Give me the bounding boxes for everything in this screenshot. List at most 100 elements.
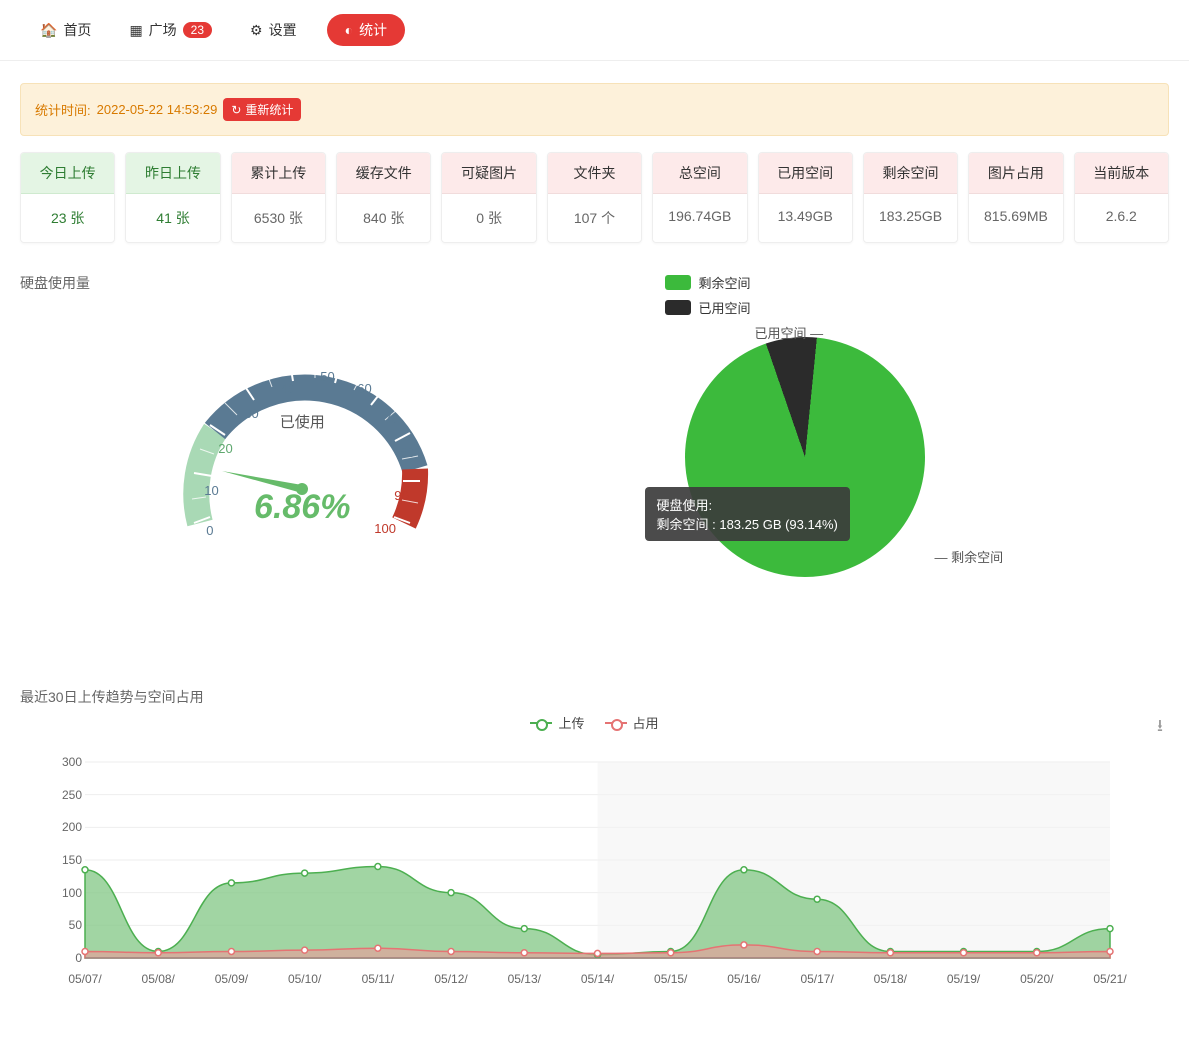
trend-x-tick: 05/07/ (68, 972, 101, 986)
trend-chart: 05010015020025030005/07/05/08/05/09/05/1… (20, 752, 1120, 982)
stat-card-value: 815.69MB (969, 194, 1062, 238)
pie-legend: 剩余空间 已用空间 (665, 273, 1170, 317)
pie-legend-used[interactable]: 已用空间 (665, 298, 751, 317)
trend-svg (20, 752, 1120, 982)
legend-label-free: 剩余空间 (699, 273, 751, 292)
trend-x-tick: 05/18/ (874, 972, 907, 986)
trend-x-tick: 05/14/ (581, 972, 614, 986)
stat-card-value: 0 张 (442, 194, 535, 242)
stat-card: 今日上传23 张 (20, 152, 115, 243)
stat-card-title: 图片占用 (969, 153, 1062, 194)
nav-stats-label: 统计 (359, 20, 387, 40)
gauge-tick-60: 60 (357, 381, 371, 396)
stat-card-title: 今日上传 (21, 153, 114, 194)
trend-x-tick: 05/09/ (215, 972, 248, 986)
trend-legend-space-label: 占用 (633, 713, 659, 732)
trend-x-tick: 05/12/ (434, 972, 467, 986)
stat-card-title: 缓存文件 (337, 153, 430, 194)
stat-card-value: 196.74GB (653, 194, 746, 238)
stat-card-value: 41 张 (126, 194, 219, 242)
stat-card-value: 107 个 (548, 194, 641, 242)
trend-y-tick: 200 (62, 820, 82, 834)
stat-card-value: 840 张 (337, 194, 430, 242)
stat-card-value: 6530 张 (232, 194, 325, 242)
trend-title: 最近30日上传趋势与空间占用 (20, 687, 1169, 707)
gauge-tick-40: 40 (280, 381, 294, 396)
nav-plaza-label: 广场 (149, 20, 177, 40)
gauge-tick-30: 30 (244, 406, 258, 421)
trend-x-tick: 05/21/ (1093, 972, 1126, 986)
trend-legend: .trend-legend .mk:nth-child(1) .dot::aft… (20, 713, 1169, 732)
trend-legend-upload-label: 上传 (558, 713, 584, 732)
legend-swatch-free (665, 275, 691, 290)
nav-plaza[interactable]: ▦ 广场 23 (121, 14, 220, 46)
stat-card-value: 183.25GB (864, 194, 957, 238)
trend-x-tick: 05/08/ (142, 972, 175, 986)
gauge-center-label: 已使用 (280, 411, 325, 432)
stat-card: 已用空间13.49GB (758, 152, 853, 243)
trend-legend-space[interactable]: .trend-legend .mk:nth-child(2) .dot::aft… (605, 713, 659, 732)
gauge-svg (162, 323, 442, 563)
home-icon: 🏠 (40, 22, 57, 39)
stat-card-title: 总空间 (653, 153, 746, 194)
trend-x-tick: 05/16/ (727, 972, 760, 986)
gauge-tick-70: 70 (384, 411, 398, 426)
gauge-tick-50: 50 (320, 369, 334, 384)
pie-icon: ◐ (345, 22, 353, 38)
trend-x-tick: 05/17/ (800, 972, 833, 986)
stat-card: 文件夹107 个 (547, 152, 642, 243)
stat-card: 总空间196.74GB (652, 152, 747, 243)
stat-card: 昨日上传41 张 (125, 152, 220, 243)
plaza-badge: 23 (183, 22, 212, 38)
gauge-tick-20: 20 (218, 441, 232, 456)
nav-settings[interactable]: ⚙ 设置 (242, 14, 305, 46)
gauge-tick-10: 10 (204, 483, 218, 498)
stats-time-alert: 统计时间: 2022-05-22 14:53:29 ↻ 重新统计 (20, 83, 1169, 136)
refresh-stats-button[interactable]: ↻ 重新统计 (223, 98, 301, 121)
gauge-value-text: 6.86% (254, 488, 350, 527)
legend-label-used: 已用空间 (699, 298, 751, 317)
nav-settings-label: 设置 (269, 20, 297, 40)
stat-card: 当前版本2.6.2 (1074, 152, 1169, 243)
pie-tooltip: 硬盘使用: 剩余空间 : 183.25 GB (93.14%) (645, 487, 850, 541)
stat-card-title: 文件夹 (548, 153, 641, 194)
stat-card-value: 2.6.2 (1075, 194, 1168, 238)
gauge-tick-80: 80 (400, 445, 414, 460)
gauge-tick-100: 100 (374, 521, 396, 536)
trend-y-tick: 100 (62, 886, 82, 900)
nav-stats[interactable]: ◐ 统计 (327, 14, 405, 46)
trend-y-tick: 0 (75, 951, 82, 965)
nav-home-label: 首页 (63, 20, 91, 40)
alert-label: 统计时间: (35, 100, 91, 119)
trend-x-tick: 05/20/ (1020, 972, 1053, 986)
gauge-chart: 硬盘使用量 (20, 273, 585, 637)
stat-card-title: 昨日上传 (126, 153, 219, 194)
trend-y-tick: 150 (62, 853, 82, 867)
pie-chart: 剩余空间 已用空间 已用空间 — — 剩余空间 硬盘使用: 剩余空间 : 183… (605, 273, 1170, 637)
refresh-icon: ↻ (231, 103, 241, 117)
trend-x-tick: 05/10/ (288, 972, 321, 986)
stat-card-value: 23 张 (21, 194, 114, 242)
pie-tooltip-line: 剩余空间 : 183.25 GB (93.14%) (657, 514, 838, 533)
stat-card-title: 当前版本 (1075, 153, 1168, 194)
stat-card-title: 累计上传 (232, 153, 325, 194)
pie-graphic (652, 304, 957, 609)
stat-card: 剩余空间183.25GB (863, 152, 958, 243)
legend-swatch-used (665, 300, 691, 315)
trend-x-tick: 05/19/ (947, 972, 980, 986)
nav-home[interactable]: 🏠 首页 (32, 14, 99, 46)
download-icon[interactable]: ⭳ (1157, 713, 1163, 742)
gauge-tick-0: 0 (206, 523, 213, 538)
gauge-tick-90: 90 (394, 488, 408, 503)
alert-time: 2022-05-22 14:53:29 (97, 102, 218, 117)
gear-icon: ⚙ (250, 22, 263, 39)
trend-y-tick: 300 (62, 755, 82, 769)
pie-legend-free[interactable]: 剩余空间 (665, 273, 751, 292)
stat-card-title: 已用空间 (759, 153, 852, 194)
top-nav: 🏠 首页 ▦ 广场 23 ⚙ 设置 ◐ 统计 (0, 0, 1189, 61)
refresh-label: 重新统计 (245, 101, 293, 118)
stat-card: 累计上传6530 张 (231, 152, 326, 243)
stat-card: 缓存文件840 张 (336, 152, 431, 243)
trend-legend-upload[interactable]: .trend-legend .mk:nth-child(1) .dot::aft… (530, 713, 584, 732)
trend-y-tick: 250 (62, 788, 82, 802)
